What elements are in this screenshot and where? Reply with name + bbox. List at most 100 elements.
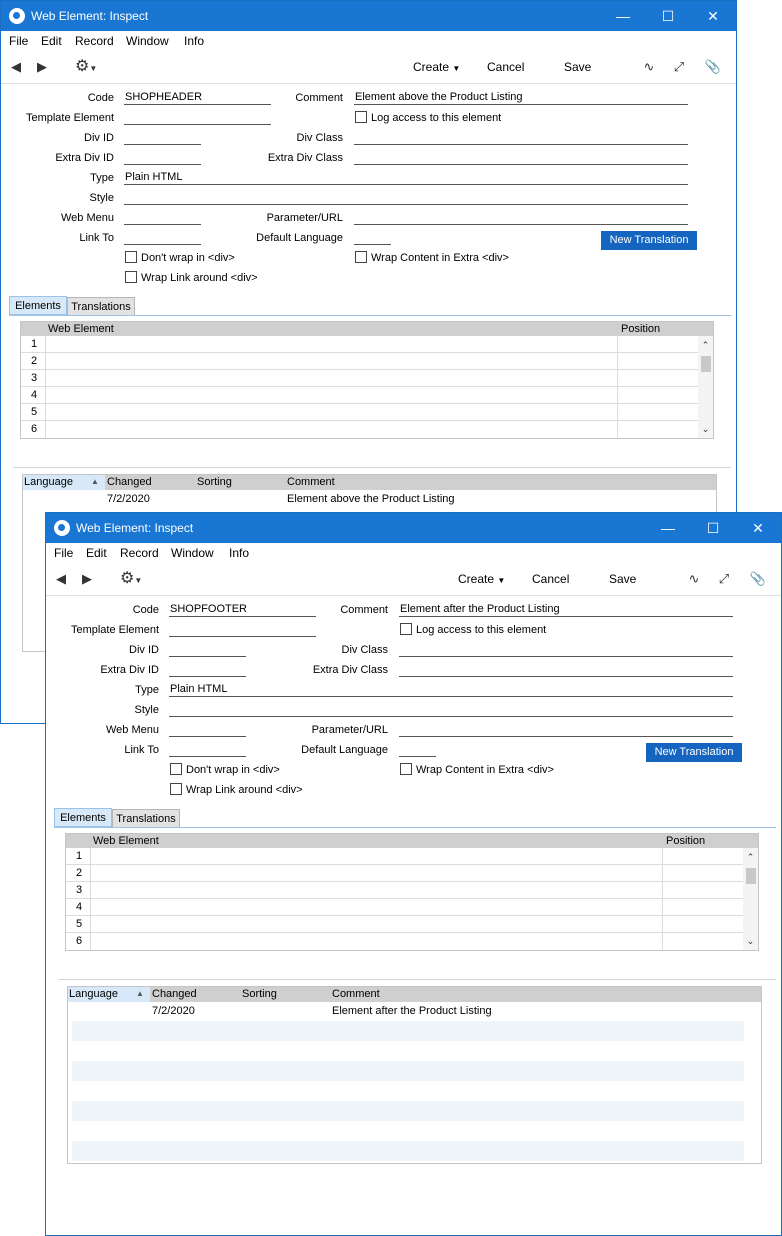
table-row[interactable]: 4 [66, 899, 743, 916]
create-button[interactable]: Create ▼ [413, 60, 460, 74]
menu-info[interactable]: Info [184, 34, 204, 48]
comment-field[interactable]: Element after the Product Listing [399, 603, 733, 617]
template-element-field[interactable] [124, 111, 271, 125]
style-field[interactable] [124, 191, 688, 205]
menu-record[interactable]: Record [75, 34, 114, 48]
template-element-field[interactable] [169, 623, 316, 637]
expand-icon[interactable]: ⤢ [715, 570, 733, 588]
wrap-link-checkbox[interactable] [170, 783, 182, 795]
save-button[interactable]: Save [564, 60, 591, 74]
gear-icon[interactable]: ⚙▼ [75, 58, 93, 76]
table-row[interactable]: 6 [21, 421, 698, 438]
menu-info[interactable]: Info [229, 546, 249, 560]
cancel-button[interactable]: Cancel [487, 60, 524, 74]
scroll-up-icon[interactable]: ⌃ [698, 338, 713, 352]
arrow-right-icon[interactable]: ▶ [78, 570, 96, 588]
div-id-field[interactable] [124, 131, 201, 145]
wrap-link-checkbox[interactable] [125, 271, 137, 283]
menu-edit[interactable]: Edit [86, 546, 107, 560]
table-row[interactable]: 2 [21, 353, 698, 370]
column-comment[interactable]: Comment [332, 988, 380, 1000]
new-translation-button[interactable]: New Translation [646, 743, 742, 762]
close-icon[interactable]: ✕ [699, 5, 727, 27]
code-field[interactable]: SHOPHEADER [124, 91, 271, 105]
default-language-field[interactable] [399, 743, 436, 757]
menu-edit[interactable]: Edit [41, 34, 62, 48]
extra-div-id-field[interactable] [124, 151, 201, 165]
expand-icon[interactable]: ⤢ [670, 58, 688, 76]
menu-window[interactable]: Window [171, 546, 214, 560]
scroll-down-icon[interactable]: ⌄ [743, 934, 758, 948]
log-access-checkbox[interactable] [400, 623, 412, 635]
column-changed[interactable]: Changed [152, 988, 197, 1000]
div-class-field[interactable] [399, 643, 733, 657]
extra-div-id-field[interactable] [169, 663, 246, 677]
extra-div-class-field[interactable] [354, 151, 688, 165]
maximize-icon[interactable]: ☐ [699, 517, 727, 539]
gear-icon[interactable]: ⚙▼ [120, 570, 138, 588]
column-changed[interactable]: Changed [107, 476, 152, 488]
dont-wrap-checkbox[interactable] [125, 251, 137, 263]
type-field[interactable]: Plain HTML [169, 683, 733, 697]
parameter-url-field[interactable] [399, 723, 733, 737]
wrap-content-checkbox[interactable] [400, 763, 412, 775]
link-to-field[interactable] [169, 743, 246, 757]
table-row[interactable]: 2 [66, 865, 743, 882]
comment-field[interactable]: Element above the Product Listing [354, 91, 688, 105]
web-menu-field[interactable] [124, 211, 201, 225]
table-row[interactable]: 5 [21, 404, 698, 421]
table-row[interactable]: 5 [66, 916, 743, 933]
create-button[interactable]: Create ▼ [458, 572, 505, 586]
tab-elements[interactable]: Elements [9, 296, 67, 315]
new-translation-button[interactable]: New Translation [601, 231, 697, 250]
activity-icon[interactable]: ∿ [640, 58, 658, 76]
paperclip-icon[interactable]: 📎 [704, 58, 722, 76]
menu-record[interactable]: Record [120, 546, 159, 560]
save-button[interactable]: Save [609, 572, 636, 586]
table-row[interactable]: 1 [21, 336, 698, 353]
close-icon[interactable]: ✕ [744, 517, 772, 539]
column-position[interactable]: Position [666, 835, 705, 847]
type-field[interactable]: Plain HTML [124, 171, 688, 185]
parameter-url-field[interactable] [354, 211, 688, 225]
title-bar[interactable]: Web Element: Inspect — ☐ ✕ [46, 513, 781, 543]
vertical-scrollbar[interactable]: ⌃ ⌄ [698, 336, 713, 438]
elements-grid[interactable]: Web Element Position 1 2 3 4 5 6 ⌃ ⌄ [20, 321, 714, 439]
minimize-icon[interactable]: — [609, 5, 637, 27]
div-class-field[interactable] [354, 131, 688, 145]
menu-file[interactable]: File [54, 546, 73, 560]
column-language[interactable]: Language [24, 476, 73, 488]
column-language[interactable]: Language [69, 988, 118, 1000]
title-bar[interactable]: Web Element: Inspect — ☐ ✕ [1, 1, 736, 31]
maximize-icon[interactable]: ☐ [654, 5, 682, 27]
table-row[interactable]: 4 [21, 387, 698, 404]
div-id-field[interactable] [169, 643, 246, 657]
scroll-down-icon[interactable]: ⌄ [698, 422, 713, 436]
cancel-button[interactable]: Cancel [532, 572, 569, 586]
column-comment[interactable]: Comment [287, 476, 335, 488]
table-row[interactable]: 1 [66, 848, 743, 865]
arrow-left-icon[interactable]: ◀ [7, 58, 25, 76]
default-language-field[interactable] [354, 231, 391, 245]
column-web-element[interactable]: Web Element [48, 323, 114, 335]
activity-icon[interactable]: ∿ [685, 570, 703, 588]
table-row[interactable]: 6 [66, 933, 743, 950]
minimize-icon[interactable]: — [654, 517, 682, 539]
arrow-right-icon[interactable]: ▶ [33, 58, 51, 76]
arrow-left-icon[interactable]: ◀ [52, 570, 70, 588]
style-field[interactable] [169, 703, 733, 717]
link-to-field[interactable] [124, 231, 201, 245]
tab-elements[interactable]: Elements [54, 808, 112, 827]
column-sorting[interactable]: Sorting [242, 988, 277, 1000]
scroll-up-icon[interactable]: ⌃ [743, 850, 758, 864]
scroll-thumb[interactable] [746, 868, 756, 884]
elements-grid[interactable]: Web Element Position 1 2 3 4 5 6 ⌃ ⌄ [65, 833, 759, 951]
dont-wrap-checkbox[interactable] [170, 763, 182, 775]
menu-file[interactable]: File [9, 34, 28, 48]
scroll-thumb[interactable] [701, 356, 711, 372]
wrap-content-checkbox[interactable] [355, 251, 367, 263]
code-field[interactable]: SHOPFOOTER [169, 603, 316, 617]
vertical-scrollbar[interactable]: ⌃ ⌄ [743, 848, 758, 950]
menu-window[interactable]: Window [126, 34, 169, 48]
extra-div-class-field[interactable] [399, 663, 733, 677]
